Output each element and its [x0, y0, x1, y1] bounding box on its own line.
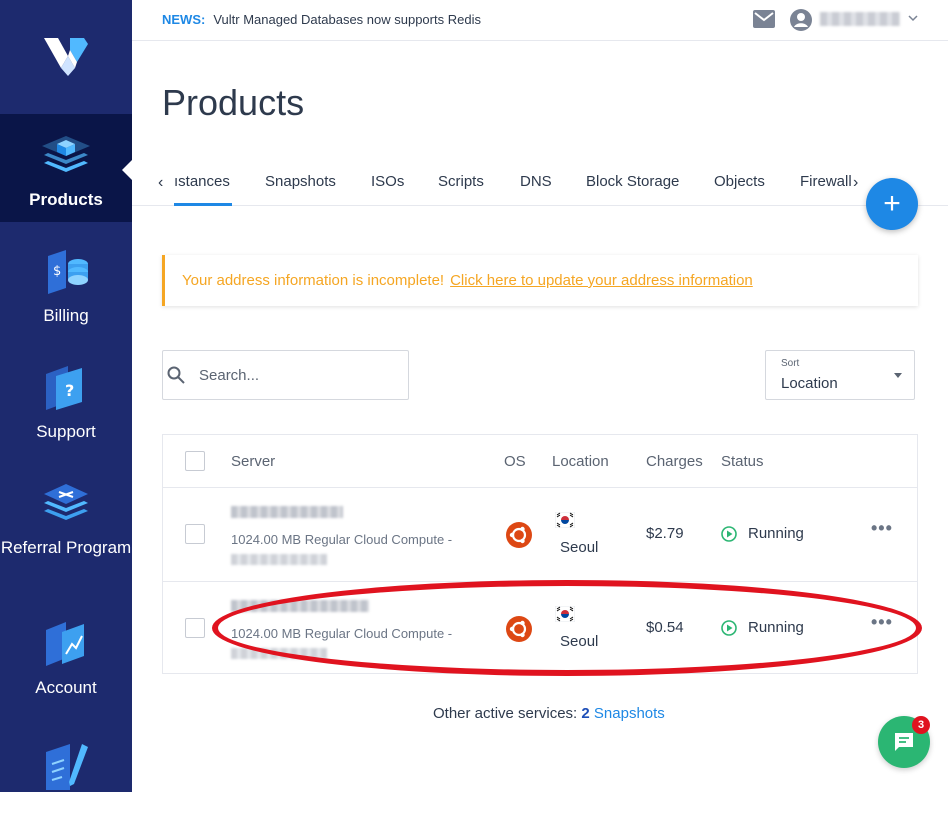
top-bar: NEWS: Vultr Managed Databases now support…: [132, 0, 948, 41]
server-name-redacted[interactable]: [231, 506, 343, 518]
sidebar-item-products[interactable]: Products: [0, 114, 132, 222]
row-checkbox[interactable]: [185, 524, 205, 544]
tab-snapshots[interactable]: Snapshots: [265, 173, 336, 190]
ubuntu-icon: [506, 616, 532, 642]
update-address-link[interactable]: Click here to update your address inform…: [450, 272, 753, 289]
column-charges: Charges: [646, 453, 703, 470]
row-checkbox[interactable]: [185, 618, 205, 638]
other-services-label: Other active services:: [433, 705, 578, 722]
server-plan: 1024.00 MB Regular Cloud Compute -: [231, 532, 453, 547]
news-tag: NEWS:: [162, 12, 206, 27]
svg-text:$: $: [53, 264, 61, 279]
vultr-logo[interactable]: [0, 0, 132, 113]
search-icon: [167, 366, 185, 384]
tab-isos[interactable]: ISOs: [371, 173, 404, 190]
server-location: Seoul: [560, 539, 599, 556]
layers-icon: [42, 136, 90, 172]
sidebar-item-docs[interactable]: [0, 722, 132, 830]
column-status: Status: [721, 453, 764, 470]
page-title: Products: [162, 82, 305, 123]
user-avatar-icon[interactable]: [790, 9, 812, 31]
sidebar-item-label: Support: [36, 422, 96, 441]
address-alert: Your address information is incomplete! C…: [162, 255, 918, 306]
account-icon: [46, 622, 84, 666]
active-indicator: [122, 160, 132, 180]
ubuntu-icon: [506, 522, 532, 548]
mail-icon[interactable]: [753, 10, 775, 28]
running-status-icon: [721, 620, 737, 636]
column-server: Server: [231, 453, 276, 470]
sidebar-item-account[interactable]: Account: [0, 602, 132, 710]
server-charges: $0.54: [646, 619, 684, 636]
sidebar-item-referral[interactable]: Referral Program: [0, 462, 132, 570]
chevron-down-icon[interactable]: [908, 13, 918, 23]
support-icon: ?: [46, 366, 82, 410]
tab-block-storage[interactable]: Block Storage: [586, 173, 679, 190]
tabs-scroll-left-icon[interactable]: ‹: [158, 174, 163, 192]
sidebar-item-label: Account: [35, 678, 97, 697]
snapshots-link[interactable]: Snapshots: [594, 705, 665, 722]
vultr-logo-icon: [44, 37, 88, 76]
sidebar-item-support[interactable]: ? Support: [0, 346, 132, 454]
search-box: [162, 350, 409, 400]
server-status: Running: [748, 525, 804, 542]
chat-notification-badge: 3: [912, 716, 930, 734]
server-charges: $2.79: [646, 525, 684, 542]
svg-text:?: ?: [65, 381, 74, 400]
server-name-redacted[interactable]: [231, 600, 369, 612]
chat-icon: [895, 733, 913, 751]
dropdown-caret-icon: [894, 373, 902, 378]
alert-message: Your address information is incomplete!: [182, 272, 445, 289]
sidebar-item-label: Products: [29, 190, 103, 209]
sidebar: Products $ Billing ? Support Referral Pr…: [0, 0, 132, 792]
sidebar-item-billing[interactable]: $ Billing: [0, 230, 132, 338]
sidebar-item-label: Billing: [43, 306, 89, 325]
table-row[interactable]: 1024.00 MB Regular Cloud Compute - Seoul…: [163, 488, 917, 581]
tab-instances[interactable]: ıstances: [174, 173, 230, 190]
table-row[interactable]: 1024.00 MB Regular Cloud Compute - Seoul…: [163, 581, 917, 674]
news-banner[interactable]: NEWS: Vultr Managed Databases now support…: [162, 12, 481, 27]
referral-icon: [44, 484, 88, 520]
sort-value: Location: [781, 375, 838, 392]
other-services-count[interactable]: 2: [581, 705, 589, 722]
server-plan: 1024.00 MB Regular Cloud Compute -: [231, 626, 453, 641]
south-korea-flag-icon: [555, 606, 575, 622]
tabs-scroll-right-icon[interactable]: ›: [853, 174, 858, 192]
deploy-add-button[interactable]: +: [866, 178, 918, 230]
column-location: Location: [552, 453, 609, 470]
tab-dns[interactable]: DNS: [520, 173, 552, 190]
south-korea-flag-icon: [555, 512, 575, 528]
table-header: Server OS Location Charges Status: [163, 435, 917, 488]
news-text[interactable]: Vultr Managed Databases now supports Red…: [213, 12, 481, 27]
server-location: Seoul: [560, 633, 599, 650]
tab-objects[interactable]: Objects: [714, 173, 765, 190]
user-name-redacted[interactable]: [820, 12, 900, 26]
other-services: Other active services: 2 Snapshots: [433, 705, 665, 722]
instances-table: Server OS Location Charges Status 1024.0…: [162, 434, 918, 674]
server-ip-redacted: [231, 648, 327, 659]
row-more-options-icon[interactable]: •••: [871, 612, 893, 633]
server-ip-redacted: [231, 554, 327, 565]
select-all-checkbox[interactable]: [185, 451, 205, 471]
document-edit-icon: [46, 744, 88, 790]
tab-scripts[interactable]: Scripts: [438, 173, 484, 190]
product-tabs: ‹ ıstances Snapshots ISOs Scripts DNS Bl…: [132, 160, 948, 206]
chat-button[interactable]: 3: [878, 716, 930, 768]
billing-icon: $: [48, 250, 88, 294]
tab-firewall[interactable]: Firewall: [800, 173, 852, 190]
server-status: Running: [748, 619, 804, 636]
row-more-options-icon[interactable]: •••: [871, 518, 893, 539]
sort-select[interactable]: Sort Location: [765, 350, 915, 400]
sort-label: Sort: [781, 358, 800, 369]
column-os: OS: [504, 453, 526, 470]
search-input[interactable]: [199, 365, 399, 385]
sidebar-item-label: Referral Program: [0, 538, 132, 557]
running-status-icon: [721, 526, 737, 542]
active-tab-indicator: [174, 203, 232, 206]
